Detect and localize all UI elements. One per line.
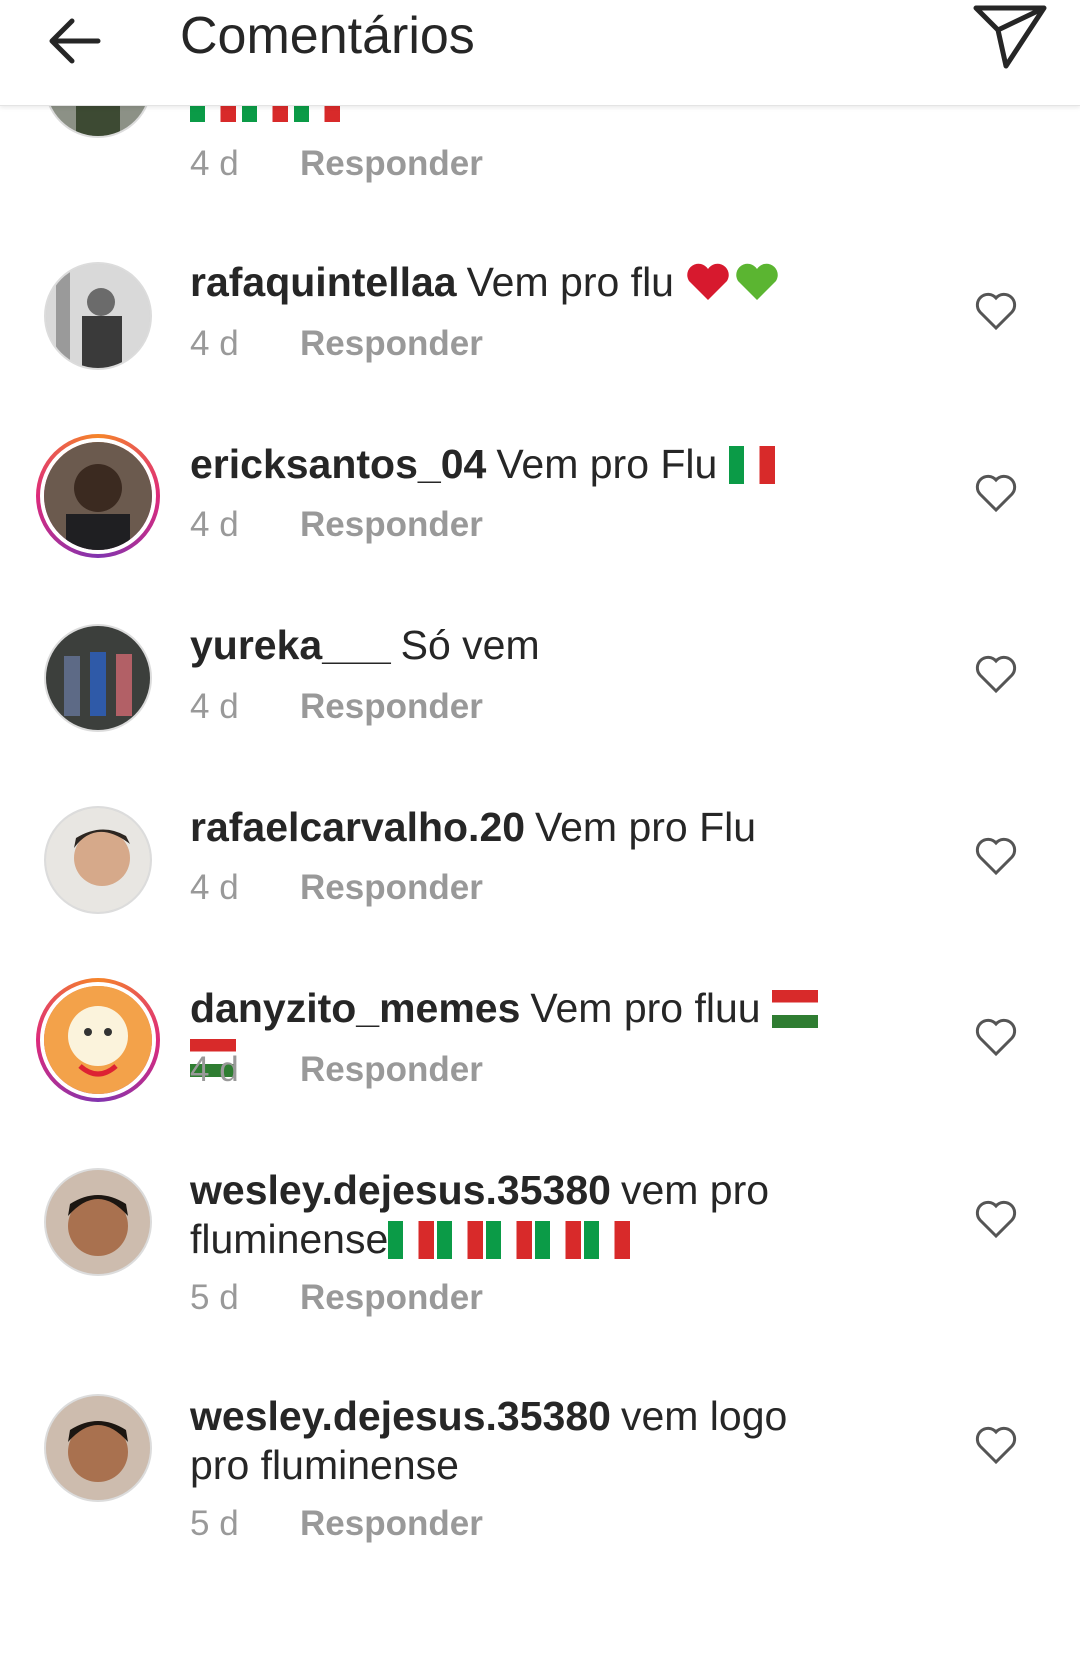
comment-age: 5 d [190, 1504, 239, 1543]
avatar[interactable] [44, 1394, 152, 1502]
heart-outline-icon[interactable] [974, 1016, 1018, 1058]
reply-button[interactable]: Responder [300, 1504, 483, 1543]
comment-meta: 5 d Responder [190, 1504, 483, 1544]
reply-button[interactable]: Responder [300, 144, 483, 183]
italy-flag-icon [535, 1221, 582, 1259]
heart-outline-icon[interactable] [974, 290, 1018, 332]
italy-flag-icon [584, 1221, 631, 1259]
comment-username[interactable]: rafaquintellaa [190, 259, 457, 305]
avatar-story-ring[interactable] [36, 978, 160, 1102]
avatar[interactable] [44, 262, 152, 370]
avatar[interactable] [44, 806, 152, 914]
heart-outline-icon[interactable] [974, 653, 1018, 695]
comment-body: Vem pro Flu [496, 441, 718, 487]
comment-age: 4 d [190, 324, 239, 363]
comment-meta: 4 d Responder [190, 1050, 483, 1090]
comment-body: Vem pro flu [466, 259, 674, 305]
comment-age: 4 d [190, 1050, 239, 1089]
comment-meta: 5 d Responder [190, 1278, 483, 1318]
reply-button[interactable]: Responder [300, 1278, 483, 1317]
comment-body: Só vem [400, 622, 540, 668]
comment-username[interactable]: yureka___ [190, 622, 391, 668]
comment-age: 4 d [190, 868, 239, 907]
italy-flag-icon [437, 1221, 484, 1259]
comment-meta: 4 d Responder [190, 144, 483, 184]
comment-meta: 4 d Responder [190, 324, 483, 364]
comment-username[interactable]: wesley.dejesus.35380 [190, 1393, 611, 1439]
comment-username[interactable]: ericksantos_04 [190, 441, 486, 487]
comment-age: 4 d [190, 144, 239, 183]
heart-outline-icon[interactable] [974, 1198, 1018, 1240]
paper-plane-icon[interactable] [970, 0, 1052, 74]
italy-flag-icon [728, 446, 775, 484]
avatar[interactable] [44, 1168, 152, 1276]
italy-flag-icon [388, 1221, 435, 1259]
comment-meta: 4 d Responder [190, 868, 483, 908]
reply-button[interactable]: Responder [300, 324, 483, 363]
top-app-bar: Comentários [0, 0, 1080, 106]
comment-username[interactable]: danyzito_memes [190, 985, 520, 1031]
comment-body: Vem pro fluu [530, 985, 761, 1031]
heart-outline-icon[interactable] [974, 1424, 1018, 1466]
comment-age: 4 d [190, 687, 239, 726]
comment-body: Vem pro Flu [535, 804, 757, 850]
comment-text: rafaquintellaa Vem pro flu [190, 258, 830, 307]
comment-text: yureka___ Só vem [190, 621, 830, 670]
arrow-left-icon[interactable] [40, 5, 110, 75]
reply-button[interactable]: Responder [300, 687, 483, 726]
comment-username[interactable]: rafaelcarvalho.20 [190, 804, 525, 850]
avatar [40, 438, 156, 554]
comment-list: 4 d Responder rafaquintellaa Vem pro flu 4… [0, 0, 1080, 1658]
comment-meta: 4 d Responder [190, 687, 483, 727]
avatar-story-ring[interactable] [36, 434, 160, 558]
comment-meta: 4 d Responder [190, 505, 483, 545]
page-title: Comentários [180, 7, 475, 65]
avatar [40, 982, 156, 1098]
reply-button[interactable]: Responder [300, 868, 483, 907]
comment-age: 4 d [190, 505, 239, 544]
comment-text: ericksantos_04 Vem pro Flu [190, 440, 830, 489]
comment-text: rafaelcarvalho.20 Vem pro Flu [190, 803, 830, 852]
reply-button[interactable]: Responder [300, 505, 483, 544]
green-heart-icon [734, 262, 780, 302]
comment-text: wesley.dejesus.35380 vem pro fluminense [190, 1166, 830, 1264]
avatar[interactable] [44, 624, 152, 732]
comment-age: 5 d [190, 1278, 239, 1317]
comment-text: wesley.dejesus.35380 vem logo pro flumine… [190, 1392, 830, 1490]
reply-button[interactable]: Responder [300, 1050, 483, 1089]
comment-username[interactable]: wesley.dejesus.35380 [190, 1167, 611, 1213]
italy-flag-icon [486, 1221, 533, 1259]
heart-outline-icon[interactable] [974, 835, 1018, 877]
heart-outline-icon[interactable] [974, 472, 1018, 514]
red-heart-icon [685, 262, 731, 302]
hungary-flag-icon [772, 990, 818, 1028]
